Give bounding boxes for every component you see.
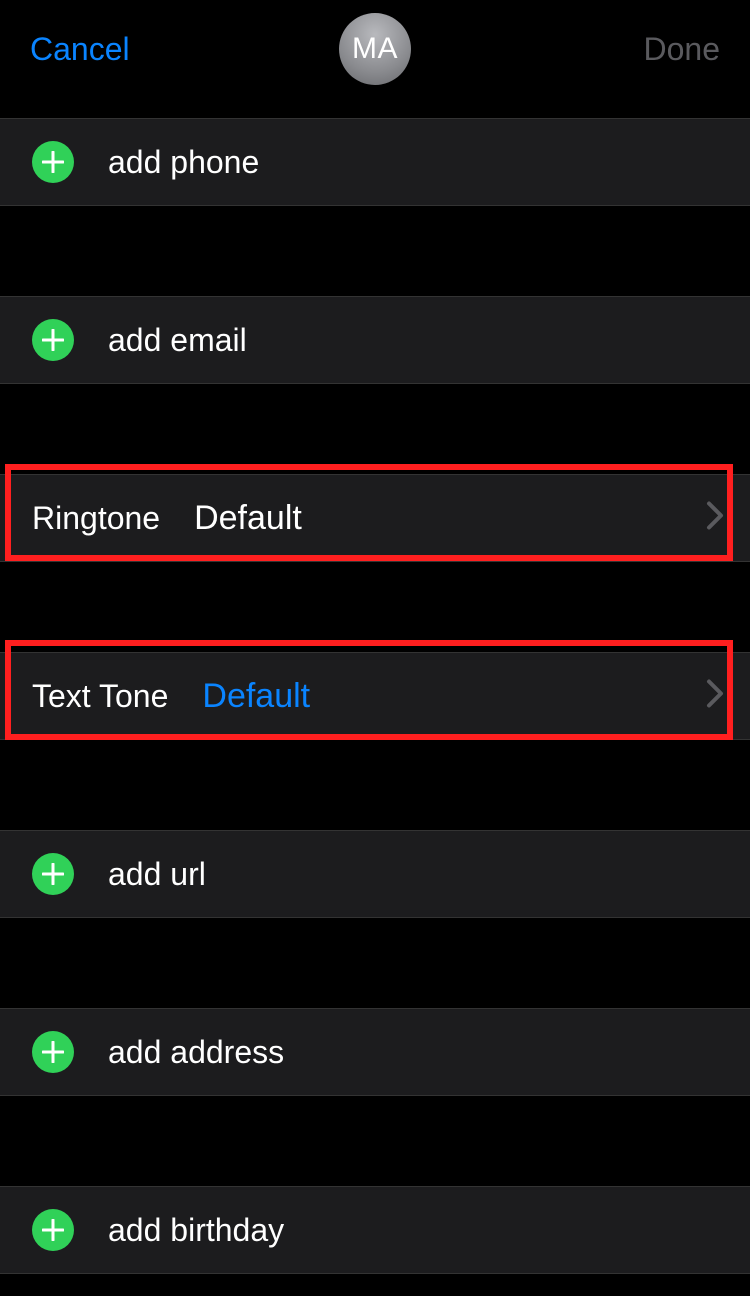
add-email-row[interactable]: add email [0,296,750,384]
plus-icon[interactable] [32,1209,74,1251]
add-phone-row[interactable]: add phone [0,118,750,206]
add-address-label: add address [108,1034,284,1071]
done-button[interactable]: Done [644,31,721,68]
add-address-row[interactable]: add address [0,1008,750,1096]
add-phone-label: add phone [108,144,259,181]
add-birthday-row[interactable]: add birthday [0,1186,750,1274]
plus-icon[interactable] [32,853,74,895]
avatar-initials: MA [352,32,398,66]
plus-icon[interactable] [32,1031,74,1073]
cancel-button[interactable]: Cancel [30,31,130,68]
add-email-label: add email [108,322,247,359]
texttone-label: Text Tone [32,678,168,715]
plus-icon[interactable] [32,319,74,361]
chevron-right-icon [706,501,724,536]
plus-icon[interactable] [32,141,74,183]
ringtone-row[interactable]: Ringtone Default [0,474,750,562]
avatar[interactable]: MA [339,13,411,85]
header: Cancel MA Done [0,0,750,98]
ringtone-value: Default [194,499,302,538]
texttone-row[interactable]: Text Tone Default [0,652,750,740]
ringtone-label: Ringtone [32,500,160,537]
add-birthday-label: add birthday [108,1212,284,1249]
add-url-label: add url [108,856,206,893]
add-url-row[interactable]: add url [0,830,750,918]
chevron-right-icon [706,679,724,714]
texttone-value: Default [202,677,310,716]
